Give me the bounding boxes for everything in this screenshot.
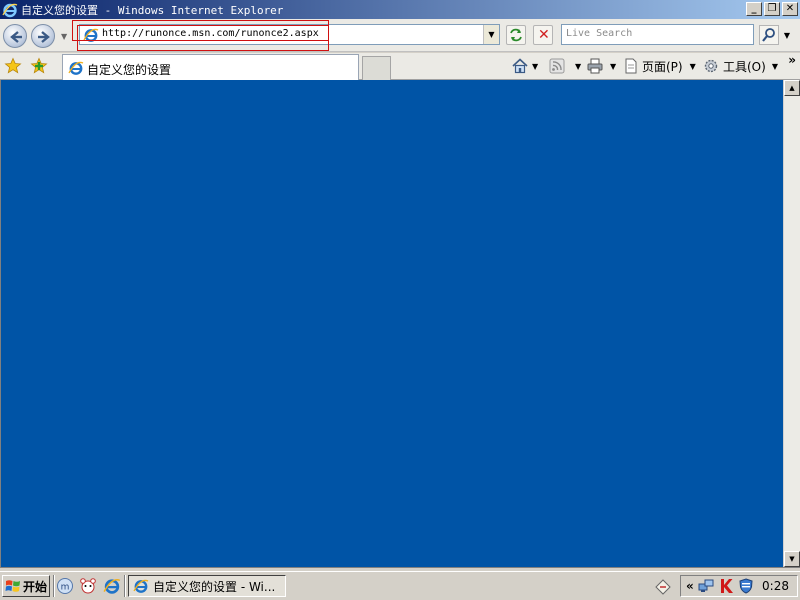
security-shield-icon[interactable] (738, 578, 754, 594)
msn-messenger-icon[interactable]: m (56, 577, 74, 595)
taskbar-ie-icon (133, 579, 149, 593)
taskbar-separator (53, 575, 55, 597)
gear-icon (704, 59, 718, 73)
page-menu-label: 页面(P) (642, 59, 683, 74)
url-highlight-inner (77, 25, 329, 51)
more-commands-chevron-icon[interactable]: » (788, 53, 796, 67)
taskbar: 开始 m 自定义您的设置 - Wi... « 0:28 (0, 571, 800, 600)
tab-ie-icon (68, 61, 84, 75)
search-button[interactable] (759, 25, 779, 45)
minimize-button[interactable]: _ (746, 2, 762, 16)
restore-button[interactable]: ❐ (764, 2, 780, 16)
stop-button[interactable]: ✕ (533, 25, 553, 45)
add-favorites-icon[interactable] (30, 57, 48, 75)
language-bar-icon[interactable] (654, 578, 672, 596)
refresh-button[interactable] (506, 25, 526, 45)
window-title: 自定义您的设置 - Windows Internet Explorer (21, 3, 284, 17)
address-dropdown-button[interactable]: ▼ (483, 25, 499, 44)
close-button[interactable]: ✕ (782, 2, 798, 16)
network-computers-icon[interactable] (698, 578, 714, 594)
search-input[interactable]: Live Search (561, 24, 754, 45)
refresh-icon (510, 28, 522, 42)
title-bar: 自定义您的设置 - Windows Internet Explorer _ ❐ … (0, 0, 800, 19)
taskbar-window-button[interactable]: 自定义您的设置 - Wi... (128, 575, 286, 597)
tab-label: 自定义您的设置 (87, 63, 172, 77)
printer-icon (587, 58, 603, 74)
tools-dropdown-icon[interactable]: ▼ (772, 62, 778, 71)
page-content (0, 80, 783, 567)
messenger-buddy-icon[interactable] (79, 577, 97, 595)
windows-flag-icon (5, 580, 20, 592)
magnifier-icon (762, 28, 775, 42)
stop-icon: ✕ (538, 27, 550, 43)
page-menu-button[interactable]: 页面(P) ▼ (622, 56, 696, 76)
quicklaunch-ie-icon[interactable] (103, 577, 121, 595)
show-hidden-icons-chevron[interactable]: « (686, 579, 694, 593)
system-tray: « 0:28 (680, 575, 798, 597)
taskbar-window-label: 自定义您的设置 - Wi... (153, 579, 276, 594)
start-label: 开始 (23, 579, 48, 594)
forward-arrow-icon (38, 31, 50, 43)
search-options-dropdown[interactable]: ▼ (780, 25, 794, 45)
home-icon (512, 58, 528, 74)
tools-menu-label: 工具(O) (723, 59, 766, 74)
navigation-bar: ▼ http://runonce.msn.com/runonce2.aspx ▼… (0, 19, 800, 52)
home-button[interactable]: ▼ (511, 56, 538, 76)
scroll-down-button[interactable]: ▼ (784, 551, 800, 567)
vertical-scrollbar[interactable]: ▲ ▼ (783, 80, 800, 567)
scroll-up-button[interactable]: ▲ (784, 80, 800, 96)
tools-menu-button[interactable]: 工具(O) ▼ (702, 56, 778, 76)
svg-text:m: m (61, 583, 70, 593)
print-dropdown-icon[interactable]: ▼ (610, 62, 616, 71)
back-arrow-icon (10, 31, 22, 43)
rss-feed-icon (549, 58, 565, 74)
feeds-dropdown-icon[interactable]: ▼ (575, 62, 581, 71)
new-tab-button[interactable] (362, 56, 391, 80)
back-button[interactable] (3, 24, 27, 48)
recent-pages-dropdown[interactable]: ▼ (61, 32, 67, 41)
window-controls: _ ❐ ✕ (746, 2, 798, 16)
start-button[interactable]: 开始 (2, 575, 50, 597)
forward-button[interactable] (31, 24, 55, 48)
print-button[interactable]: ▼ (586, 56, 616, 76)
taskbar-separator (124, 575, 126, 597)
clock: 0:28 (762, 579, 789, 593)
favorites-center-star-icon[interactable] (4, 57, 22, 75)
page-dropdown-icon[interactable]: ▼ (690, 62, 696, 71)
tab-bar: 自定义您的设置 ▼ ▼ ▼ 页面(P) ▼ 工具(O) ▼ » (0, 53, 800, 80)
home-dropdown-icon[interactable]: ▼ (532, 62, 538, 71)
page-icon (625, 58, 637, 74)
feeds-button[interactable]: ▼ (548, 56, 581, 76)
ie-logo-icon (2, 3, 18, 17)
antivirus-k-icon[interactable] (718, 578, 734, 594)
tab-customize-settings[interactable]: 自定义您的设置 (62, 54, 359, 80)
